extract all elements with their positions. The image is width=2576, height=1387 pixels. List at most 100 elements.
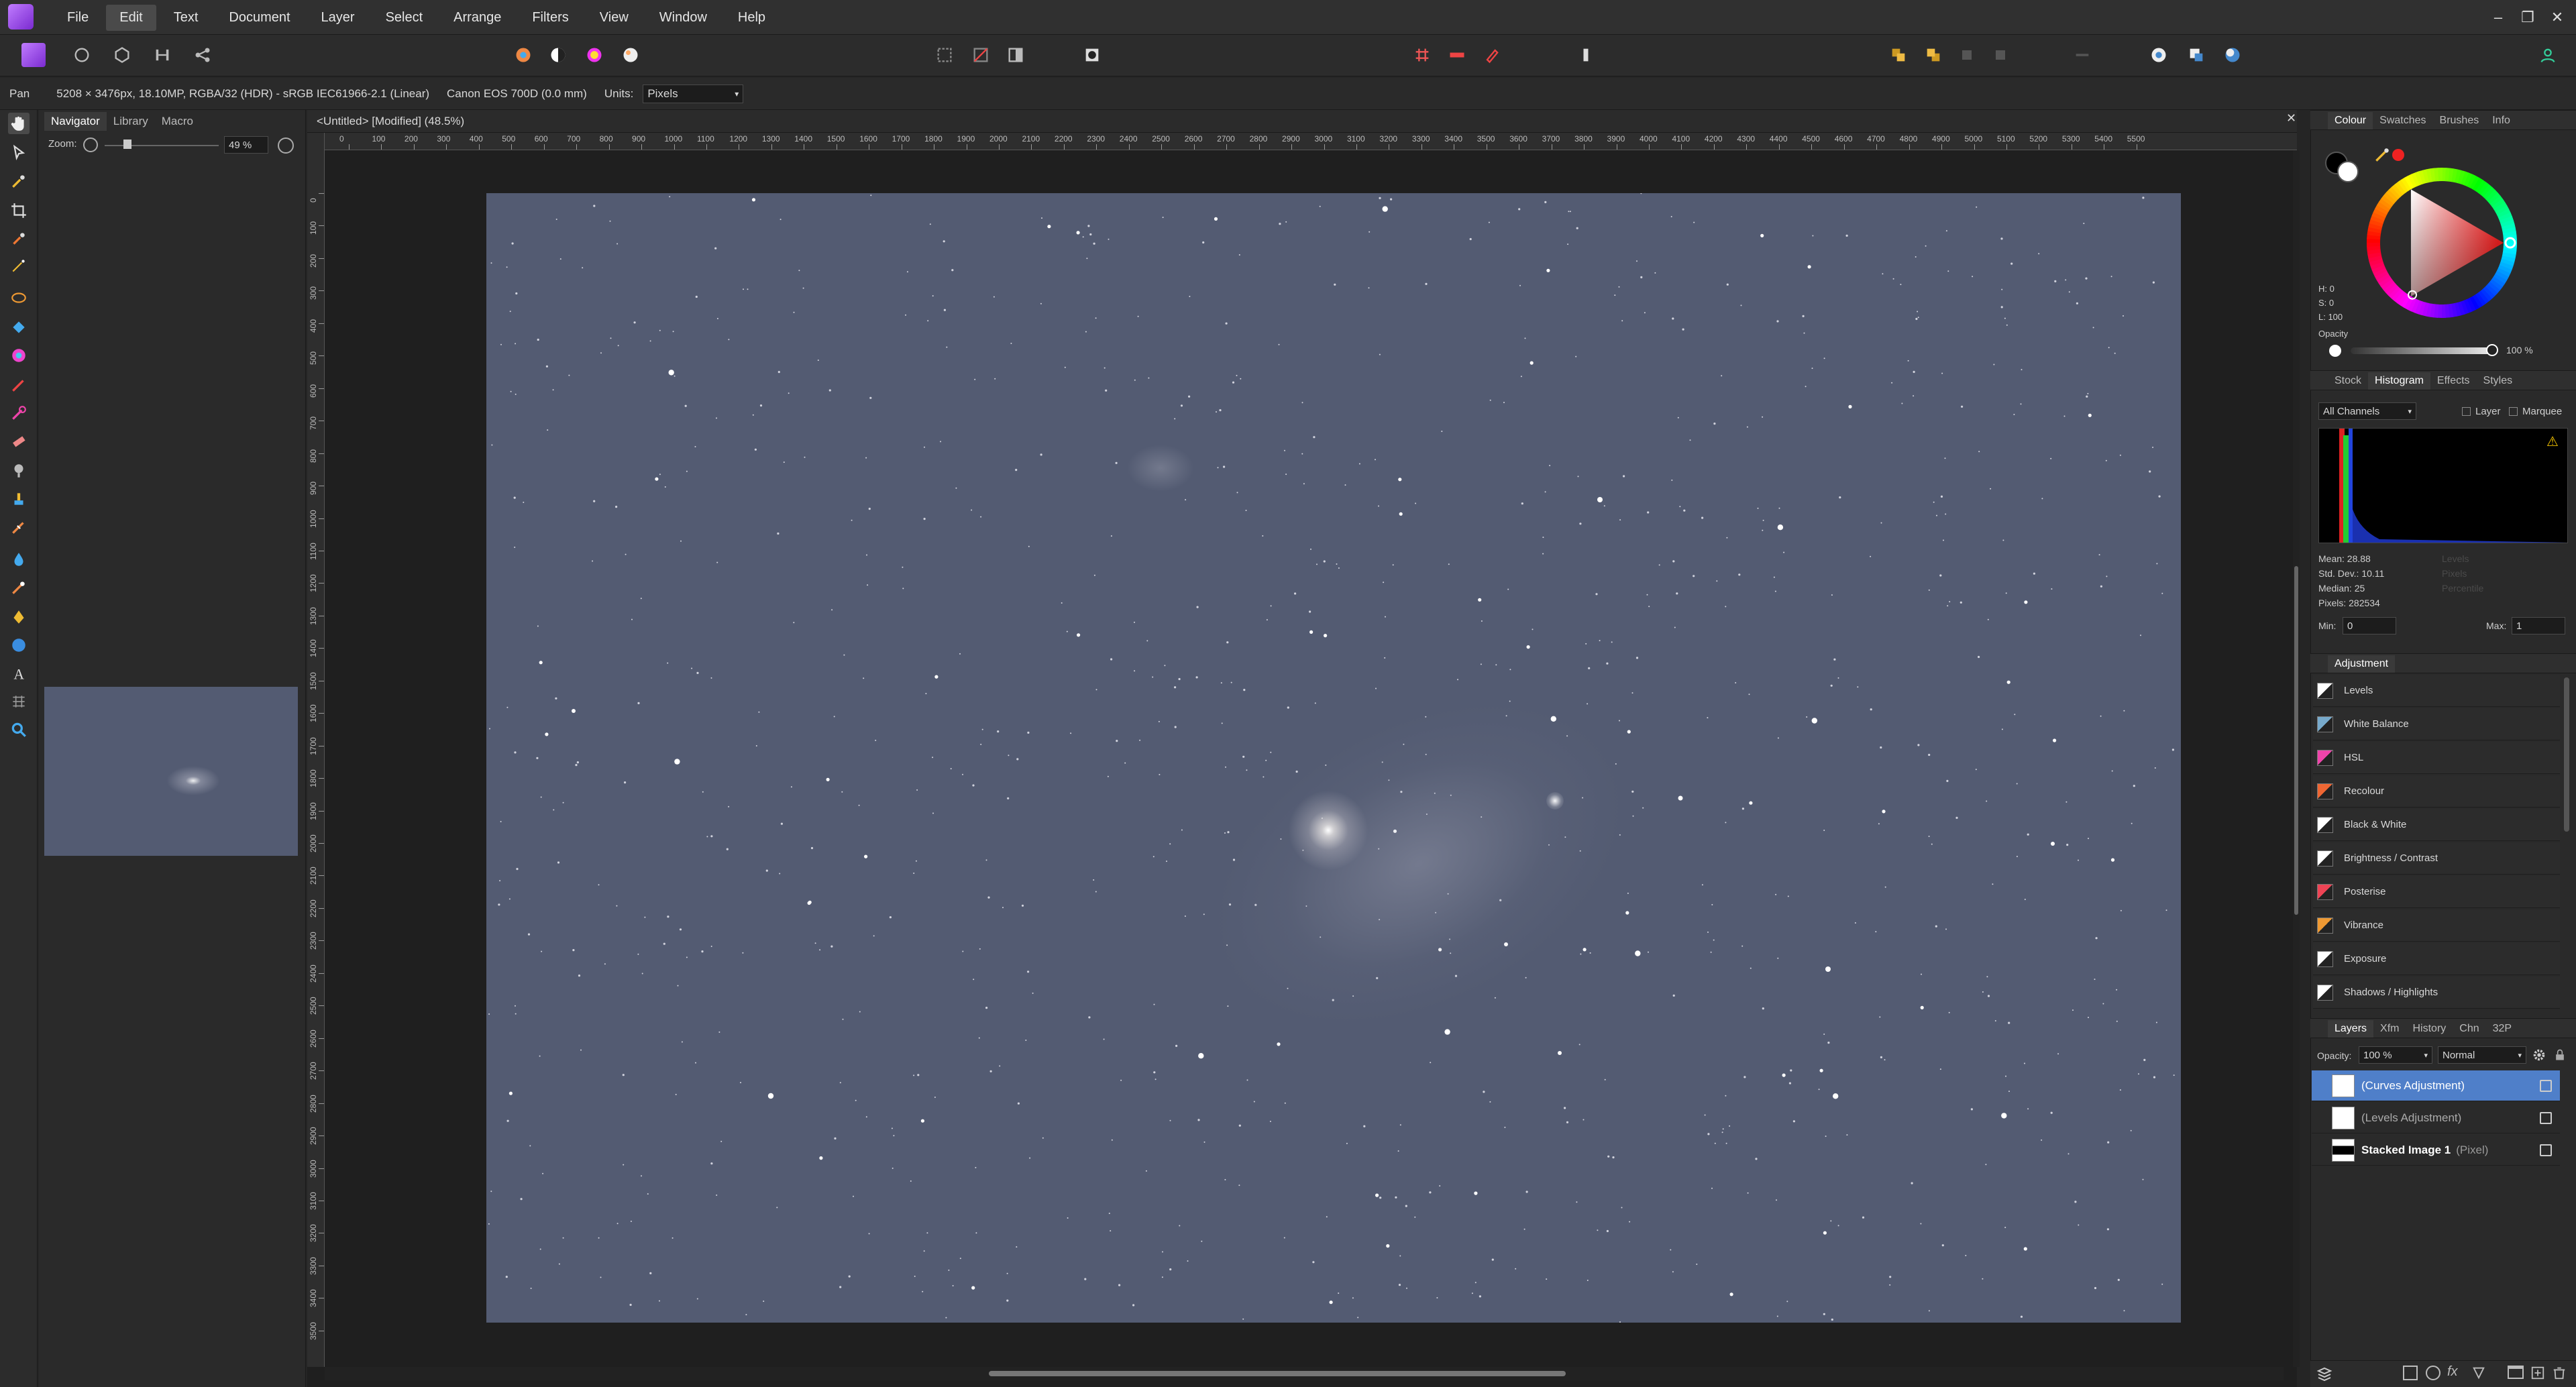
gradient-tool[interactable] bbox=[8, 345, 30, 366]
pen-tool[interactable] bbox=[8, 606, 30, 628]
tab-library[interactable]: Library bbox=[107, 112, 155, 131]
adjustment-white-balance[interactable]: White Balance bbox=[2313, 708, 2560, 740]
snapping-options-icon[interactable] bbox=[1445, 43, 1469, 67]
colour-picker-icon[interactable] bbox=[2373, 146, 2391, 164]
view-tool[interactable] bbox=[8, 113, 30, 134]
adjustment-brightness-contrast[interactable]: Brightness / Contrast bbox=[2313, 842, 2560, 875]
arrange-front-icon[interactable] bbox=[1886, 43, 1911, 67]
adjustment-layer-icon[interactable] bbox=[2426, 1366, 2440, 1380]
quick-mask-icon[interactable] bbox=[1080, 43, 1104, 67]
menu-select[interactable]: Select bbox=[372, 5, 437, 31]
close-document-icon[interactable]: ✕ bbox=[2286, 111, 2296, 125]
selection-brush-tool[interactable] bbox=[8, 228, 30, 249]
paint-brush-tool[interactable] bbox=[8, 374, 30, 396]
insert-layer-icon[interactable] bbox=[2147, 43, 2171, 67]
flood-select-tool[interactable] bbox=[8, 255, 30, 276]
menu-help[interactable]: Help bbox=[724, 5, 779, 31]
marquee-checkbox[interactable] bbox=[2509, 407, 2518, 416]
opacity-value[interactable]: 100 % bbox=[2506, 345, 2533, 355]
marquee-select-icon[interactable] bbox=[932, 43, 957, 67]
photo-persona-icon[interactable] bbox=[21, 43, 46, 67]
smudge-brush-tool[interactable] bbox=[8, 577, 30, 598]
document-tab[interactable]: <Untitled> [Modified] (48.5%) bbox=[307, 110, 2297, 133]
menu-text[interactable]: Text bbox=[160, 5, 212, 31]
tab-layers[interactable]: Layers bbox=[2328, 1020, 2374, 1038]
zoom-value-field[interactable]: 49 % bbox=[224, 136, 268, 154]
text-tool[interactable]: A bbox=[8, 663, 30, 684]
opacity-slider-handle[interactable] bbox=[2486, 344, 2498, 356]
navigator-preview[interactable] bbox=[44, 687, 298, 856]
layer-checkbox[interactable] bbox=[2462, 407, 2471, 416]
layer-visibility-checkbox[interactable] bbox=[2540, 1144, 2552, 1156]
insert-inside-icon[interactable] bbox=[2184, 43, 2208, 67]
flood-fill-tool[interactable] bbox=[8, 317, 30, 338]
export-persona-icon[interactable] bbox=[191, 43, 215, 67]
arrange-forward-icon[interactable] bbox=[1955, 43, 1979, 67]
adjustment-exposure[interactable]: Exposure bbox=[2313, 943, 2560, 975]
layer-visibility-checkbox[interactable] bbox=[2540, 1111, 2552, 1124]
tab-adjustment[interactable]: Adjustment bbox=[2328, 655, 2396, 673]
adjustment-shadows-highlights[interactable]: Shadows / Highlights bbox=[2313, 977, 2560, 1009]
insert-behind-icon[interactable] bbox=[2220, 43, 2245, 67]
warning-icon[interactable]: ⚠ bbox=[2546, 433, 2559, 450]
move-tool[interactable] bbox=[8, 142, 30, 164]
layer-row[interactable]: Stacked Image 1 (Pixel) bbox=[2312, 1135, 2560, 1166]
tab-styles[interactable]: Styles bbox=[2477, 372, 2520, 390]
liquify-persona-icon[interactable] bbox=[70, 43, 94, 67]
tab-32p[interactable]: 32P bbox=[2486, 1020, 2518, 1038]
tab-histogram[interactable]: Histogram bbox=[2368, 372, 2430, 390]
tab-navigator[interactable]: Navigator bbox=[44, 112, 107, 131]
invert-selection-icon[interactable] bbox=[1004, 43, 1028, 67]
close-window-button[interactable]: ✕ bbox=[2540, 0, 2575, 35]
arrange-back-icon[interactable] bbox=[1921, 43, 1945, 67]
dodge-brush-tool[interactable] bbox=[8, 460, 30, 482]
arrange-backward-icon[interactable] bbox=[1988, 43, 2012, 67]
vertical-scroll-thumb[interactable] bbox=[2294, 566, 2298, 915]
deselect-icon[interactable] bbox=[969, 43, 993, 67]
adjustment-scrollbar[interactable] bbox=[2564, 677, 2569, 832]
layers-stack-icon[interactable] bbox=[2316, 1366, 2333, 1382]
blend-mode-select[interactable]: Normal ▾ bbox=[2438, 1046, 2526, 1064]
align-icon[interactable] bbox=[2070, 43, 2094, 67]
min-field[interactable]: 0 bbox=[2343, 617, 2396, 634]
zoom-slider[interactable] bbox=[105, 145, 219, 146]
tab-brushes[interactable]: Brushes bbox=[2433, 112, 2486, 129]
adjustment-vibrance[interactable]: Vibrance bbox=[2313, 909, 2560, 942]
tab-macro[interactable]: Macro bbox=[155, 112, 200, 131]
horizontal-scrollbar[interactable] bbox=[325, 1367, 2284, 1380]
horizontal-scroll-thumb[interactable] bbox=[989, 1371, 1566, 1376]
layer-opacity-field[interactable]: 100 % ▾ bbox=[2359, 1046, 2432, 1064]
live-filter-icon[interactable] bbox=[2471, 1366, 2486, 1380]
astro-image[interactable] bbox=[486, 193, 2181, 1323]
zoom-out-icon[interactable] bbox=[83, 137, 98, 152]
secondary-colour-swatch[interactable] bbox=[2337, 161, 2359, 182]
crop-tool[interactable] bbox=[8, 200, 30, 221]
snapping-magnet-icon[interactable] bbox=[1480, 43, 1504, 67]
group-folder-icon[interactable] bbox=[2508, 1366, 2524, 1379]
assistant-icon[interactable] bbox=[1574, 43, 1598, 67]
menu-view[interactable]: View bbox=[586, 5, 642, 31]
units-select[interactable]: Pixels ▾ bbox=[643, 84, 744, 103]
tab-stock[interactable]: Stock bbox=[2328, 372, 2368, 390]
colour-wheel[interactable] bbox=[2364, 165, 2520, 321]
vertical-scrollbar[interactable] bbox=[2293, 150, 2300, 1367]
fx-icon[interactable]: fx bbox=[2447, 1364, 2458, 1380]
erase-brush-tool[interactable] bbox=[8, 431, 30, 452]
auto-colours-icon[interactable] bbox=[582, 43, 606, 67]
adjustment-black-white[interactable]: Black & White bbox=[2313, 809, 2560, 841]
zoom-in-icon[interactable] bbox=[278, 137, 294, 154]
lock-icon[interactable] bbox=[2553, 1048, 2567, 1062]
gear-icon[interactable] bbox=[2532, 1048, 2546, 1062]
blur-brush-tool[interactable] bbox=[8, 549, 30, 570]
menu-window[interactable]: Window bbox=[646, 5, 720, 31]
layer-visibility-checkbox[interactable] bbox=[2540, 1079, 2552, 1092]
zoom-slider-handle[interactable] bbox=[123, 140, 131, 149]
menu-file[interactable]: File bbox=[54, 5, 102, 31]
tab-history[interactable]: History bbox=[2406, 1020, 2453, 1038]
tab-channels[interactable]: Chn bbox=[2453, 1020, 2485, 1038]
mask-layer-icon[interactable] bbox=[2403, 1366, 2418, 1380]
add-layer-icon[interactable] bbox=[2530, 1366, 2545, 1380]
menu-edit[interactable]: Edit bbox=[106, 4, 156, 31]
layer-row[interactable]: (Levels Adjustment) bbox=[2312, 1103, 2560, 1133]
adjustment-hsl[interactable]: HSL bbox=[2313, 742, 2560, 774]
